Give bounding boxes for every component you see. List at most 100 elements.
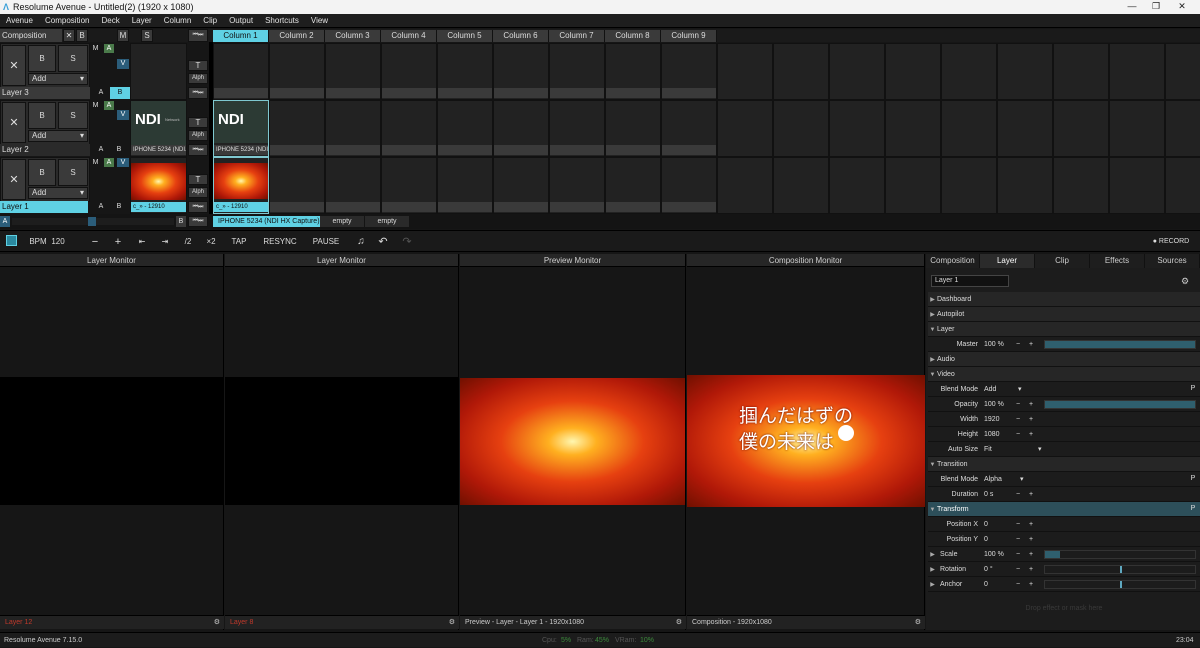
param-height-value[interactable]: 1080 [984, 427, 1000, 442]
section-audio[interactable]: ▶ Audio [928, 352, 1200, 367]
clip-slot[interactable] [549, 100, 605, 157]
section-transition[interactable]: ▼ Transition [928, 457, 1200, 472]
param-position-y-value[interactable]: 0 [984, 532, 988, 547]
clip-slot[interactable] [773, 157, 829, 214]
anchor-plus-button[interactable]: + [1029, 577, 1033, 592]
section-transform[interactable]: ▼ Transform P [928, 502, 1200, 517]
maximize-button[interactable]: ❐ [1150, 1, 1162, 13]
clip-slot[interactable] [941, 100, 997, 157]
clip-slot[interactable] [381, 43, 437, 100]
param-duration-value[interactable]: 0 s [984, 487, 993, 502]
clip-slot[interactable] [997, 43, 1053, 100]
layer-1-t-button[interactable]: T [188, 174, 208, 185]
layer-3-name[interactable]: Layer 3 [0, 87, 90, 99]
redo-icon[interactable]: ↷ [398, 233, 416, 251]
tab-clip[interactable]: Clip [1035, 254, 1090, 268]
menu-composition[interactable]: Composition [39, 14, 95, 28]
expand-icon[interactable]: ▶ [928, 578, 937, 593]
close-button[interactable]: ✕ [1176, 1, 1188, 13]
clip-slot[interactable] [493, 100, 549, 157]
clip-slot[interactable] [941, 157, 997, 214]
layer-3-video-button[interactable]: V [117, 59, 129, 69]
half-tempo-button[interactable]: /2 [178, 233, 198, 251]
layer-1-alpha-button[interactable]: Alph [188, 187, 208, 198]
layer-2-add-dropdown[interactable]: Add ▾ [28, 130, 88, 142]
width-plus-button[interactable]: + [1029, 412, 1033, 427]
pause-button[interactable]: PAUSE [308, 233, 344, 251]
menu-shortcuts[interactable]: Shortcuts [259, 14, 305, 28]
nudge-left-button[interactable]: ⇤ [132, 233, 152, 251]
param-width-value[interactable]: 1920 [984, 412, 1000, 427]
clip-slot[interactable] [605, 100, 661, 157]
clip-slot[interactable] [1053, 100, 1109, 157]
clip-slot[interactable] [493, 157, 549, 214]
expand-icon[interactable]: ▶ [928, 563, 937, 578]
layer-3-mute-button[interactable]: M [91, 44, 100, 53]
gear-icon[interactable]: ⚙ [1181, 276, 1189, 287]
column-1-header[interactable]: Column 1 [213, 29, 269, 42]
param-anchor-value[interactable]: 0 [984, 577, 988, 592]
layer-2-bypass-button[interactable]: B [28, 102, 56, 129]
tab-layer[interactable]: Layer [980, 254, 1035, 268]
clip-slot[interactable] [269, 157, 325, 214]
param-rotation-value[interactable]: 0 ° [984, 562, 993, 577]
resync-button[interactable]: RESYNC [260, 233, 300, 251]
layer-3-transport-button[interactable]: ⏮⏭ [188, 87, 208, 99]
layer-1-add-dropdown[interactable]: Add ▾ [28, 187, 88, 199]
gear-icon[interactable]: ⚙ [449, 616, 455, 630]
clip-slot[interactable] [829, 43, 885, 100]
clip-slot[interactable] [1109, 43, 1165, 100]
clip-slot[interactable] [549, 43, 605, 100]
param-transition-blend-p-button[interactable]: P [1189, 474, 1197, 484]
layer-2-b-crossfade[interactable]: B [114, 145, 124, 155]
gear-icon[interactable]: ⚙ [915, 616, 921, 630]
composition-solo-button[interactable]: S [141, 29, 153, 42]
layer-2-audio-button[interactable]: A [104, 101, 114, 110]
clip-slot[interactable] [829, 157, 885, 214]
clip-slot[interactable] [269, 43, 325, 100]
layer-name-input[interactable]: Layer 1 [931, 275, 1009, 287]
deck-a-button[interactable]: A [0, 216, 10, 227]
composition-clear-button[interactable]: ✕ [63, 29, 75, 42]
duration-plus-button[interactable]: + [1029, 487, 1033, 502]
crossfader-handle[interactable] [88, 217, 96, 226]
nudge-right-button[interactable]: ⇥ [155, 233, 175, 251]
clip-slot[interactable] [885, 43, 941, 100]
scale-plus-button[interactable]: + [1029, 547, 1033, 562]
clip-slot[interactable] [1109, 157, 1165, 214]
clip-slot[interactable] [997, 157, 1053, 214]
tab-sources[interactable]: Sources [1145, 254, 1200, 268]
layer-2-name[interactable]: Layer 2 [0, 144, 90, 156]
chevron-down-icon[interactable]: ▾ [1038, 442, 1042, 457]
rotation-minus-button[interactable]: − [1016, 562, 1020, 577]
layer-3-b-crossfade[interactable]: B [110, 87, 130, 99]
clip-slot[interactable] [325, 157, 381, 214]
layer-2-video-button[interactable]: V [117, 110, 129, 120]
layer-3-preview-slot[interactable] [130, 43, 187, 100]
position-x-minus-button[interactable]: − [1016, 517, 1020, 532]
scale-minus-button[interactable]: − [1016, 547, 1020, 562]
menu-clip[interactable]: Clip [197, 14, 223, 28]
height-minus-button[interactable]: − [1016, 427, 1020, 442]
clip-slot[interactable] [885, 157, 941, 214]
column-5-header[interactable]: Column 5 [437, 29, 493, 42]
anchor-slider-knob[interactable] [1120, 581, 1122, 588]
deck-tab-empty-1[interactable]: empty [320, 216, 364, 227]
opacity-plus-button[interactable]: + [1029, 397, 1033, 412]
opacity-slider[interactable] [1044, 400, 1196, 409]
section-dashboard[interactable]: ▶ Dashboard [928, 292, 1200, 307]
composition-label[interactable]: Composition [0, 29, 62, 42]
crossfader-track[interactable] [12, 217, 174, 226]
gear-icon[interactable]: ⚙ [214, 616, 220, 630]
layer-2-alpha-button[interactable]: Alph [188, 130, 208, 141]
clip-slot[interactable] [717, 157, 773, 214]
clip-slot[interactable] [717, 43, 773, 100]
clip-slot[interactable] [437, 43, 493, 100]
layer-1-clear-button[interactable]: ✕ [2, 159, 26, 200]
bpm-decrease-button[interactable]: − [85, 233, 105, 251]
clip-slot[interactable] [325, 43, 381, 100]
section-autopilot[interactable]: ▶ Autopilot [928, 307, 1200, 322]
position-y-minus-button[interactable]: − [1016, 532, 1020, 547]
layer-3-audio-button[interactable]: A [104, 44, 114, 53]
clip-slot[interactable] [661, 157, 717, 214]
